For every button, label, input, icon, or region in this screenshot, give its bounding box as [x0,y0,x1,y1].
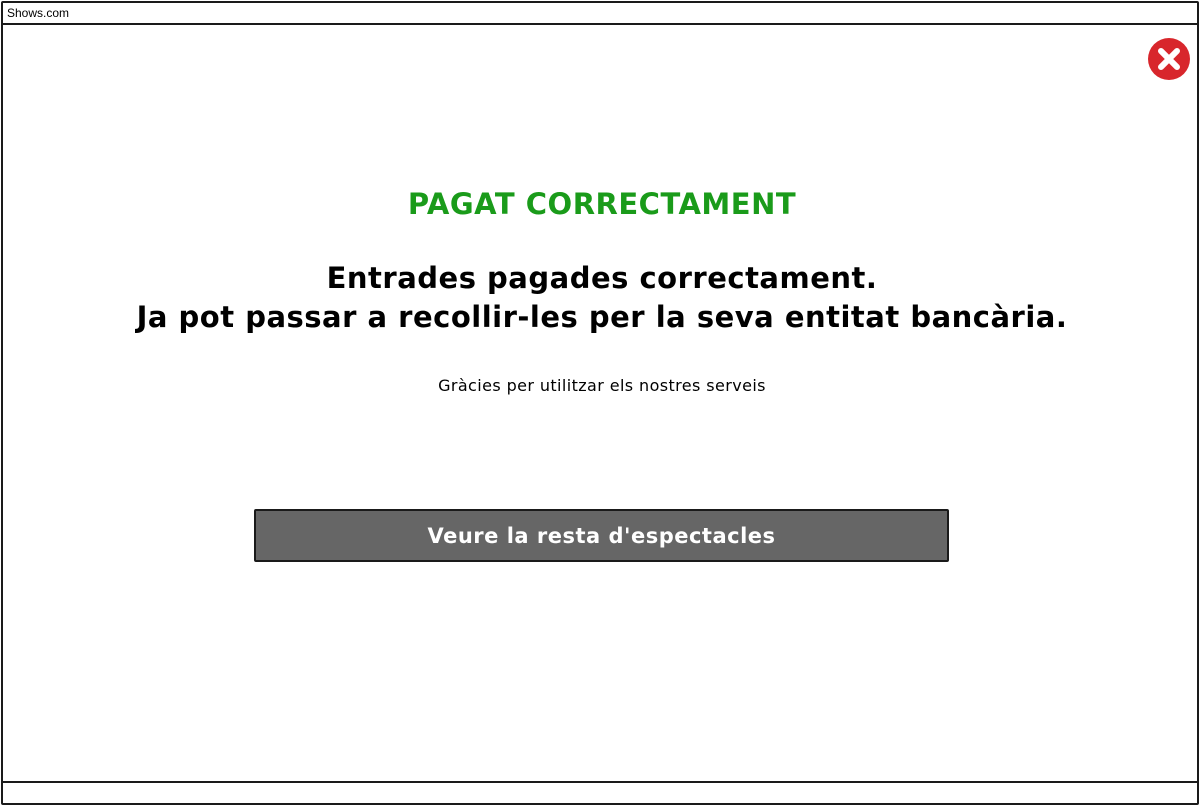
see-more-shows-label: Veure la resta d'espectacles [427,523,776,548]
browser-window: Shows.com PAGAT CORRECTAMENT Entrades pa… [1,1,1199,805]
thank-you-text: Gràcies per utilitzar els nostres servei… [438,376,766,395]
payment-status-title: PAGAT CORRECTAMENT [407,187,797,221]
close-button[interactable] [1148,38,1190,80]
close-icon [1158,48,1180,70]
confirmation-headline-line-1: Entrades pagades correctament. [326,261,878,295]
status-bar [3,781,1197,803]
see-more-shows-button[interactable]: Veure la resta d'espectacles [254,509,949,562]
confirmation-headline-line-2: Ja pot passar a recollir-les per la seva… [136,300,1068,334]
title-bar: Shows.com [3,3,1197,25]
window-title: Shows.com [7,6,70,20]
